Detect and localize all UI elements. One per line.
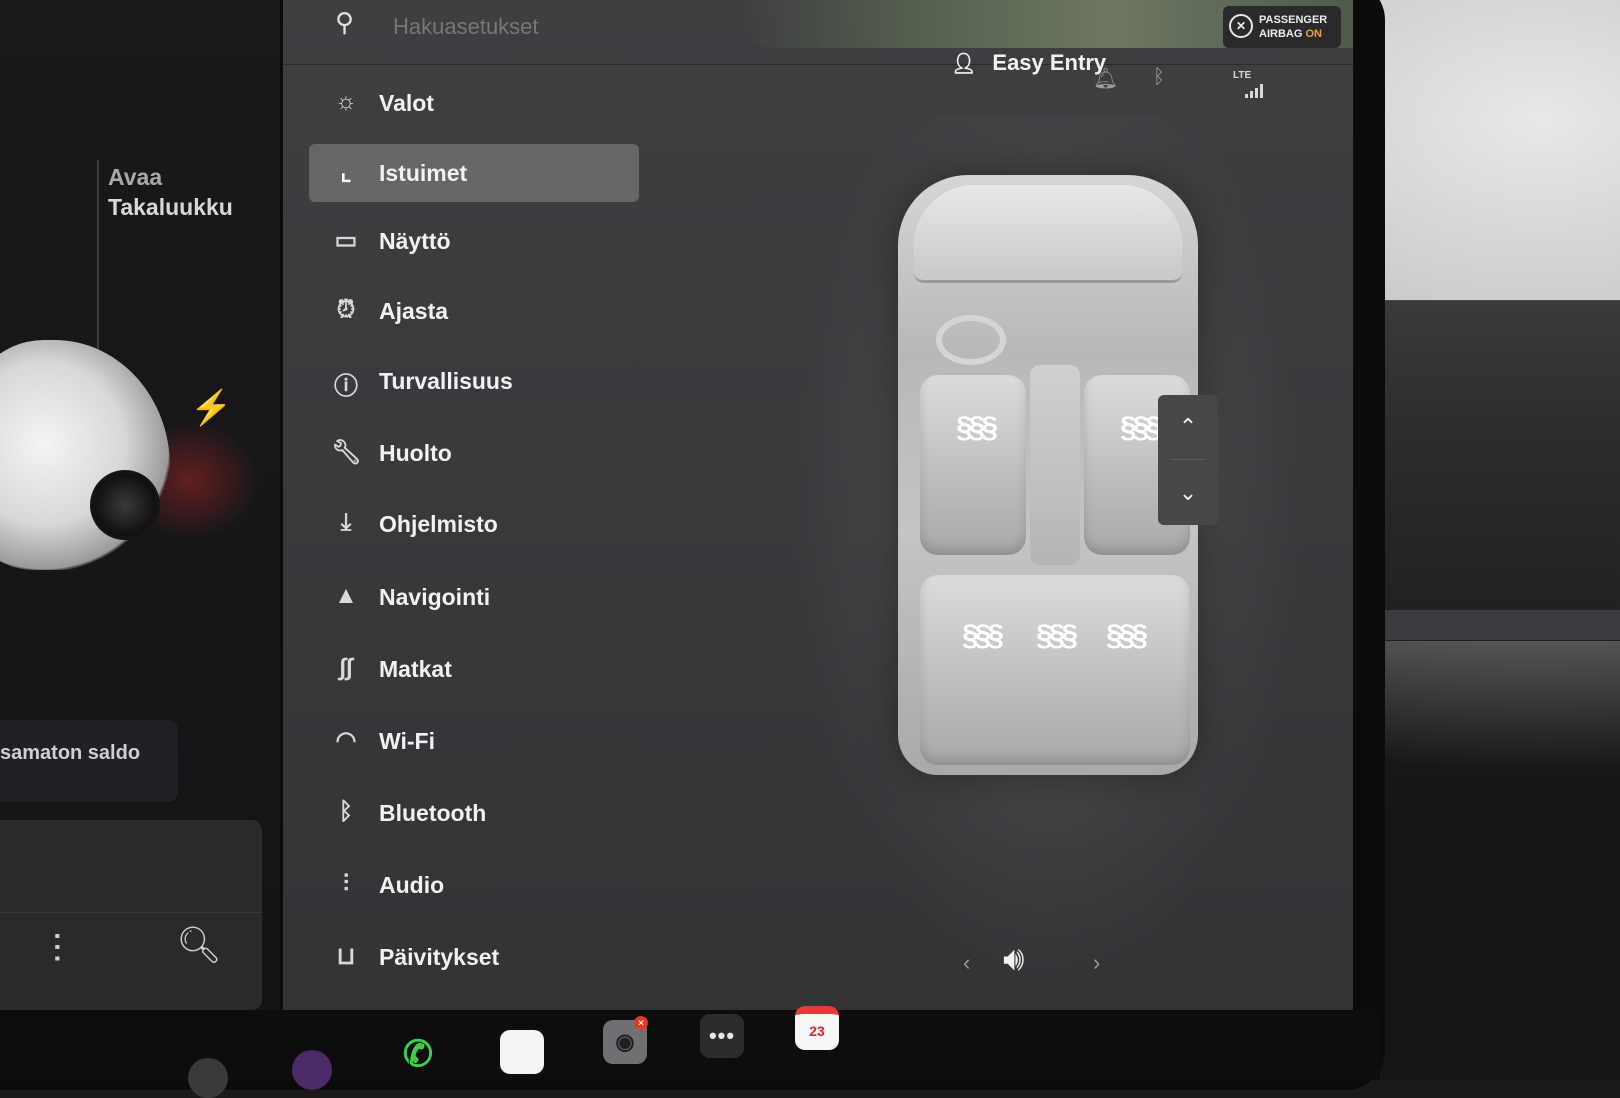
navigation-arrow-icon: ▲	[334, 582, 358, 609]
center-console	[1030, 365, 1080, 565]
airbag-line2: AIRBAG	[1259, 28, 1303, 40]
menu-item-navigointi[interactable]: ▲ Navigointi	[309, 568, 639, 626]
profile-name: Easy Entry	[992, 50, 1107, 75]
menu-item-label: Ohjelmisto	[379, 511, 498, 537]
volume-icon[interactable]: 🔊︎	[1003, 940, 1024, 979]
menu-item-matkat[interactable]: ∫∫ Matkat	[309, 640, 639, 698]
equalizer-icon: ⫶	[343, 870, 349, 897]
menu-item-ajasta[interactable]: ⏰︎ Ajasta	[309, 282, 639, 340]
display-icon: ▭	[334, 227, 358, 254]
car-cabin-top-view: §§§ §§§ §§§ §§§ §§§	[898, 175, 1198, 775]
airbag-state: ON	[1305, 28, 1322, 40]
search-input[interactable]: Hakuasetukset	[393, 14, 539, 40]
seat-heater-icon[interactable]: §§§	[962, 619, 1004, 653]
lightning-icon[interactable]: ⚡	[190, 388, 232, 428]
app-icon[interactable]	[292, 1050, 332, 1090]
menu-item-label: Bluetooth	[379, 800, 487, 826]
quick-controls: ⫶ 🔍︎	[0, 820, 262, 1010]
phone-icon[interactable]: ✆	[396, 1032, 440, 1076]
blank-app-icon[interactable]	[500, 1030, 544, 1074]
sun-icon: ☼	[335, 88, 357, 115]
vehicle-panel: Avaa Takaluukku ⚡ samaton saldo ⫶ 🔍︎	[0, 0, 280, 1030]
menu-item-label: Wi-Fi	[379, 728, 435, 754]
menu-item-label: Navigointi	[379, 584, 491, 610]
menu-item-label: Valot	[379, 90, 434, 116]
trunk-label: Takaluukku	[108, 194, 233, 220]
chevron-left-icon[interactable]: ‹	[963, 950, 970, 976]
menu-item-label: Päivitykset	[379, 944, 500, 970]
divider	[0, 912, 262, 913]
seat-heater-diagram: §§§ §§§ §§§ §§§ §§§	[788, 115, 1308, 985]
seat-heater-icon[interactable]: §§§	[1106, 619, 1148, 653]
network-label: LTE	[1233, 70, 1252, 81]
seat-icon: ⌞	[340, 159, 352, 186]
search-icon[interactable]: ⚲	[335, 7, 354, 38]
menu-item-valot[interactable]: ☼ Valot	[309, 74, 639, 132]
trips-icon: ∫∫	[339, 654, 353, 681]
chevron-up-icon[interactable]: ⌃	[1158, 395, 1218, 459]
menu-item-naytto[interactable]: ▭ Näyttö	[309, 212, 639, 270]
bag-icon: ⊔	[336, 943, 356, 970]
calendar-icon[interactable]: 23	[795, 1006, 839, 1050]
balance-text: samaton saldo	[0, 742, 141, 764]
trunk-action-label: Avaa	[108, 164, 163, 190]
car-image[interactable]	[0, 340, 170, 570]
bell-icon[interactable]: 🔔︎	[1093, 66, 1118, 91]
open-trunk-button[interactable]: Avaa Takaluukku	[108, 162, 233, 222]
seat-front-left[interactable]: §§§	[920, 375, 1026, 555]
download-icon: ⤓	[340, 509, 352, 536]
notification-badge: ✕	[634, 1016, 648, 1030]
menu-item-wifi[interactable]: ◠ Wi-Fi	[309, 712, 639, 770]
seat-scroll-control: ⌃ ⌄	[1158, 395, 1218, 525]
menu-item-label: Matkat	[379, 656, 452, 682]
menu-item-label: Huolto	[379, 440, 452, 466]
menu-item-label: Istuimet	[379, 160, 468, 186]
profile-icon: 👤︎	[951, 53, 977, 75]
menu-item-label: Turvallisuus	[379, 368, 513, 394]
menu-item-turvallisuus[interactable]: ⓘ Turvallisuus	[309, 352, 639, 410]
menu-item-label: Ajasta	[379, 298, 449, 324]
equalizer-icon[interactable]: ⫶	[52, 928, 62, 973]
wifi-icon: ◠	[335, 727, 357, 754]
windshield	[914, 185, 1182, 283]
seat-heater-icon[interactable]: §§§	[956, 411, 998, 445]
menu-item-bluetooth[interactable]: ᛒ Bluetooth	[309, 784, 639, 842]
menu-item-istuimet[interactable]: ⌞ Istuimet	[309, 144, 639, 202]
menu-item-ohjelmisto[interactable]: ⤓ Ohjelmisto	[309, 495, 639, 553]
app-icon[interactable]	[188, 1058, 228, 1098]
passenger-airbag-indicator: ✕ PASSENGER AIRBAG ON	[1223, 6, 1341, 48]
chevron-right-icon[interactable]: ›	[1093, 950, 1100, 976]
wrench-icon: 🔧︎	[331, 439, 362, 466]
alert-circle-icon: ⓘ	[334, 373, 358, 400]
car-wheel	[90, 470, 160, 540]
divider	[1170, 459, 1206, 460]
settings-screen: ⚲ Hakuasetukset ✕ PASSENGER AIRBAG ON 👤︎…	[283, 0, 1353, 1030]
more-icon[interactable]: •••	[700, 1014, 744, 1058]
airbag-line1: PASSENGER	[1259, 14, 1328, 26]
volume-control: ‹ 🔊︎ ›	[943, 940, 1143, 990]
bluetooth-icon: ᛒ	[338, 798, 354, 825]
seat-heater-icon[interactable]: §§§	[1036, 619, 1078, 653]
seat-rear-bench: §§§ §§§ §§§	[920, 575, 1190, 765]
steering-wheel	[936, 315, 1006, 365]
airbag-icon: ✕	[1229, 14, 1253, 38]
calendar-day: 23	[809, 1023, 825, 1039]
signal-icon	[1245, 84, 1265, 98]
menu-item-label: Näyttö	[379, 228, 451, 254]
search-icon[interactable]: 🔍︎	[176, 924, 222, 966]
chevron-down-icon[interactable]: ⌄	[1158, 461, 1218, 525]
menu-item-huolto[interactable]: 🔧︎ Huolto	[309, 424, 639, 482]
balance-card[interactable]: samaton saldo	[0, 720, 178, 802]
menu-item-paivitykset[interactable]: ⊔ Päivitykset	[309, 928, 639, 986]
alarm-clock-icon: ⏰︎	[336, 296, 356, 323]
seat-heater-icon[interactable]: §§§	[1120, 411, 1162, 445]
driver-profile-button[interactable]: 👤︎ Easy Entry	[951, 50, 1106, 76]
menu-item-audio[interactable]: ⫶ Audio	[309, 856, 639, 914]
divider	[97, 160, 99, 350]
bluetooth-icon[interactable]: ᛒ	[1153, 66, 1165, 89]
menu-item-label: Audio	[379, 872, 445, 898]
